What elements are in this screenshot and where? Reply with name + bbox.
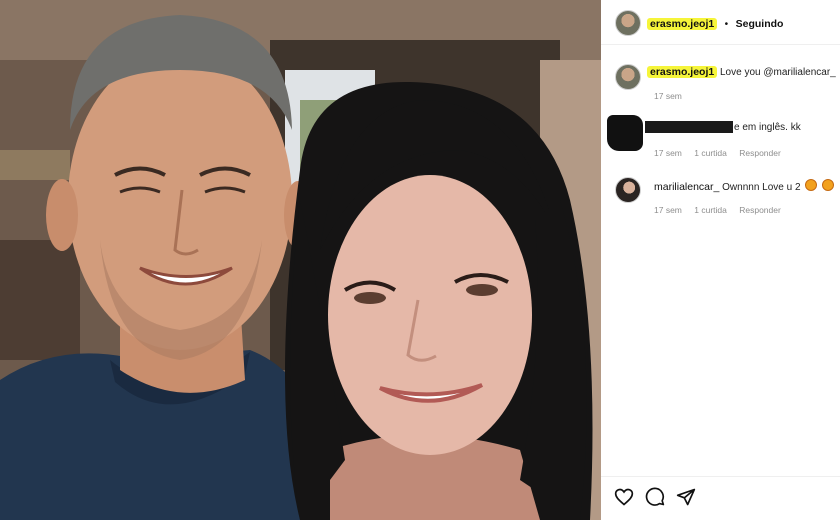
header-separator: • [724,19,729,30]
header-author-line: erasmo.jeoj1 • Seguindo [647,14,783,32]
heart-eyes-emoji-icon [822,179,835,191]
comment-time: 17 sem [654,148,682,158]
comment-username[interactable]: marilialencar_ [654,181,719,193]
heart-icon[interactable] [614,487,634,507]
comment-meta: 17 sem [654,91,692,101]
comment-time: 17 sem [654,205,682,215]
commenter-avatar[interactable] [615,64,641,90]
redacted-avatar [607,115,643,151]
redacted-username [645,121,733,133]
reply-button[interactable]: Responder [739,148,781,158]
comment-icon[interactable] [645,487,665,507]
comment-text: e em inglês. kk [734,122,801,133]
author-avatar[interactable] [615,10,641,36]
comment-body: erasmo.jeoj1 Love you @marilialencar_ [647,66,836,78]
comment-meta: 17 sem 1 curtida Responder [654,205,791,215]
comment-time: 17 sem [654,91,682,101]
share-icon[interactable] [676,487,696,507]
reply-button[interactable]: Responder [739,205,781,215]
heart-eyes-emoji-icon [805,179,818,191]
comment-text: Ownnnn Love u 2 [722,182,801,193]
post-photo[interactable] [0,0,601,520]
comment-text: Love you @marilialencar_ [719,67,836,78]
post-photo-illustration [0,0,601,520]
comment-likes[interactable]: 1 curtida [694,148,727,158]
post-header: erasmo.jeoj1 • Seguindo [601,0,840,45]
post-action-bar [601,476,840,520]
comment-likes[interactable]: 1 curtida [694,205,727,215]
author-username[interactable]: erasmo.jeoj1 [647,18,718,30]
commenter-avatar[interactable] [615,177,641,203]
comment-body: marilialencar_ Ownnnn Love u 2 [654,179,835,193]
comments-panel: erasmo.jeoj1 • Seguindo erasmo.jeoj1 Lov… [601,0,840,520]
comment-meta: 17 sem 1 curtida Responder [654,148,791,158]
follow-status-button[interactable]: Seguindo [736,18,784,30]
comment-username[interactable]: erasmo.jeoj1 [647,66,718,78]
